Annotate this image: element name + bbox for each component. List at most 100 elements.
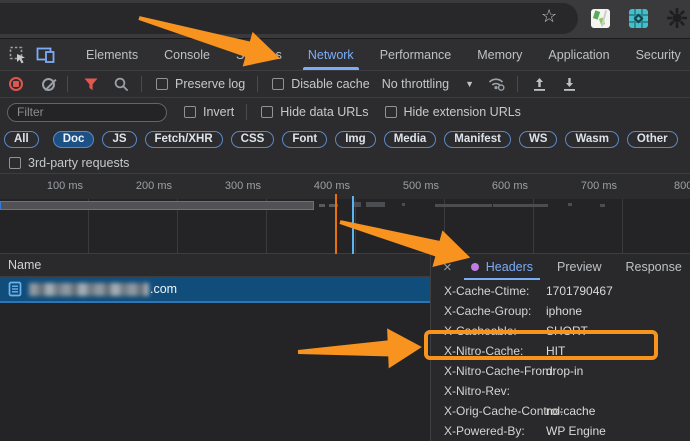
request-url-suffix: .com: [150, 282, 177, 296]
tick-label: 600 ms: [492, 180, 528, 192]
header-value: no-cache: [546, 404, 595, 418]
hide-data-urls-label: Hide data URLs: [280, 105, 368, 119]
selected-row-underline: [0, 301, 430, 303]
divider: [257, 76, 258, 92]
divider: [67, 76, 68, 92]
hide-data-urls-checkbox[interactable]: [261, 106, 273, 118]
type-filter-other[interactable]: Other: [627, 131, 678, 148]
invert-checkbox[interactable]: [184, 106, 196, 118]
type-filter-wasm[interactable]: Wasm: [565, 131, 618, 148]
third-party-checkbox[interactable]: [9, 157, 21, 169]
tab-security[interactable]: Security: [623, 39, 690, 70]
header-value: iphone: [546, 304, 582, 318]
type-filter-img[interactable]: Img: [335, 131, 375, 148]
request-bar: [366, 202, 385, 207]
hide-extension-urls-checkbox[interactable]: [385, 106, 397, 118]
request-bar: [493, 204, 548, 207]
third-party-row: 3rd-party requests: [0, 153, 690, 173]
network-conditions-icon[interactable]: [488, 77, 505, 91]
header-row: X-Cache-Ctime:1701790467: [431, 281, 690, 301]
tab-headers[interactable]: Headers: [466, 254, 538, 280]
throttling-dropdown-arrow-icon[interactable]: ▼: [465, 79, 474, 89]
resource-type-filters: All Doc JS Fetch/XHR CSS Font Img Media …: [0, 126, 690, 153]
export-har-icon[interactable]: [562, 77, 577, 92]
close-icon[interactable]: ×: [443, 259, 452, 276]
import-har-icon[interactable]: [532, 77, 547, 92]
browser-menu-gear-icon[interactable]: [666, 7, 688, 29]
header-value: 1701790467: [546, 284, 613, 298]
bookmark-star-icon[interactable]: ☆: [541, 6, 557, 27]
tab-sources[interactable]: Sources: [223, 39, 295, 70]
tab-application[interactable]: Application: [535, 39, 622, 70]
throttling-select[interactable]: No throttling: [382, 77, 449, 91]
record-button[interactable]: [9, 77, 23, 91]
domcontentloaded-marker: [335, 194, 337, 255]
header-row: X-Orig-Cache-Control:no-cache: [431, 401, 690, 421]
type-filter-media[interactable]: Media: [384, 131, 437, 148]
tab-memory[interactable]: Memory: [464, 39, 535, 70]
extension-icon[interactable]: [591, 9, 610, 28]
tick-label: 400 ms: [314, 180, 350, 192]
tab-console[interactable]: Console: [151, 39, 223, 70]
response-headers-list: X-Cache-Ctime:1701790467 X-Cache-Group:i…: [431, 281, 690, 441]
type-filter-css[interactable]: CSS: [231, 131, 275, 148]
filter-input[interactable]: [7, 103, 167, 122]
tick-label: 500 ms: [403, 180, 439, 192]
type-filter-js[interactable]: JS: [102, 131, 136, 148]
devtools-screenshot: ☆: [0, 0, 690, 441]
header-name: X-Nitro-Rev:: [444, 384, 546, 398]
request-row-selected[interactable]: .com: [0, 277, 430, 301]
tab-response[interactable]: Response: [620, 254, 686, 280]
type-filter-manifest[interactable]: Manifest: [444, 131, 511, 148]
name-column-label: Name: [8, 258, 41, 272]
third-party-label: 3rd-party requests: [28, 156, 129, 170]
tab-preview[interactable]: Preview: [552, 254, 606, 280]
redacted-request-url: [29, 283, 149, 296]
waterfall-overview: [0, 199, 690, 255]
request-bar: [319, 204, 325, 207]
header-name: X-Nitro-Cache-From:: [444, 364, 546, 378]
address-bar[interactable]: [0, 3, 578, 34]
request-bar: [568, 203, 572, 206]
network-toolbar: Preserve log Disable cache No throttling…: [0, 71, 690, 98]
tick-label: 300 ms: [225, 180, 261, 192]
tab-elements[interactable]: Elements: [73, 39, 151, 70]
divider: [517, 76, 518, 92]
type-filter-all[interactable]: All: [4, 131, 39, 148]
type-filter-doc[interactable]: Doc: [53, 131, 95, 148]
divider: [246, 104, 247, 120]
type-filter-font[interactable]: Font: [282, 131, 327, 148]
network-overview[interactable]: 100 ms 200 ms 300 ms 400 ms 500 ms 600 m…: [0, 173, 690, 254]
hide-extension-urls-label: Hide extension URLs: [404, 105, 521, 119]
devtools-window: Elements Console Sources Network Perform…: [0, 38, 690, 441]
load-event-marker: [352, 196, 354, 255]
network-filter-bar: Invert Hide data URLs Hide extension URL…: [0, 98, 690, 126]
extension-icon[interactable]: [629, 9, 648, 28]
type-filter-ws[interactable]: WS: [519, 131, 558, 148]
highlight-box: [424, 330, 658, 360]
request-bar: [600, 204, 605, 207]
header-name: X-Cache-Group:: [444, 304, 546, 318]
document-icon: [8, 281, 22, 297]
tick-label: 800: [674, 180, 690, 192]
type-filter-fetch-xhr[interactable]: Fetch/XHR: [145, 131, 223, 148]
filter-icon[interactable]: [84, 78, 98, 91]
header-name: X-Powered-By:: [444, 424, 546, 438]
tab-network[interactable]: Network: [295, 39, 367, 70]
tab-headers-label: Headers: [486, 260, 533, 274]
device-toolbar-icon[interactable]: [36, 47, 55, 63]
inspect-element-icon[interactable]: [9, 46, 27, 64]
clear-button[interactable]: [42, 78, 55, 91]
header-row: X-Nitro-Cache-From:drop-in: [431, 361, 690, 381]
header-value: drop-in: [546, 364, 583, 378]
search-icon[interactable]: [114, 77, 129, 92]
timeline-ruler: 100 ms 200 ms 300 ms 400 ms 500 ms 600 m…: [0, 174, 690, 199]
request-bar: [435, 204, 492, 207]
tab-performance[interactable]: Performance: [367, 39, 465, 70]
request-list-empty-area: [0, 303, 430, 441]
preserve-log-checkbox[interactable]: [156, 78, 168, 90]
header-row: X-Nitro-Rev:: [431, 381, 690, 401]
selected-request-bar[interactable]: [0, 201, 314, 210]
header-value: WP Engine: [546, 424, 606, 438]
disable-cache-checkbox[interactable]: [272, 78, 284, 90]
